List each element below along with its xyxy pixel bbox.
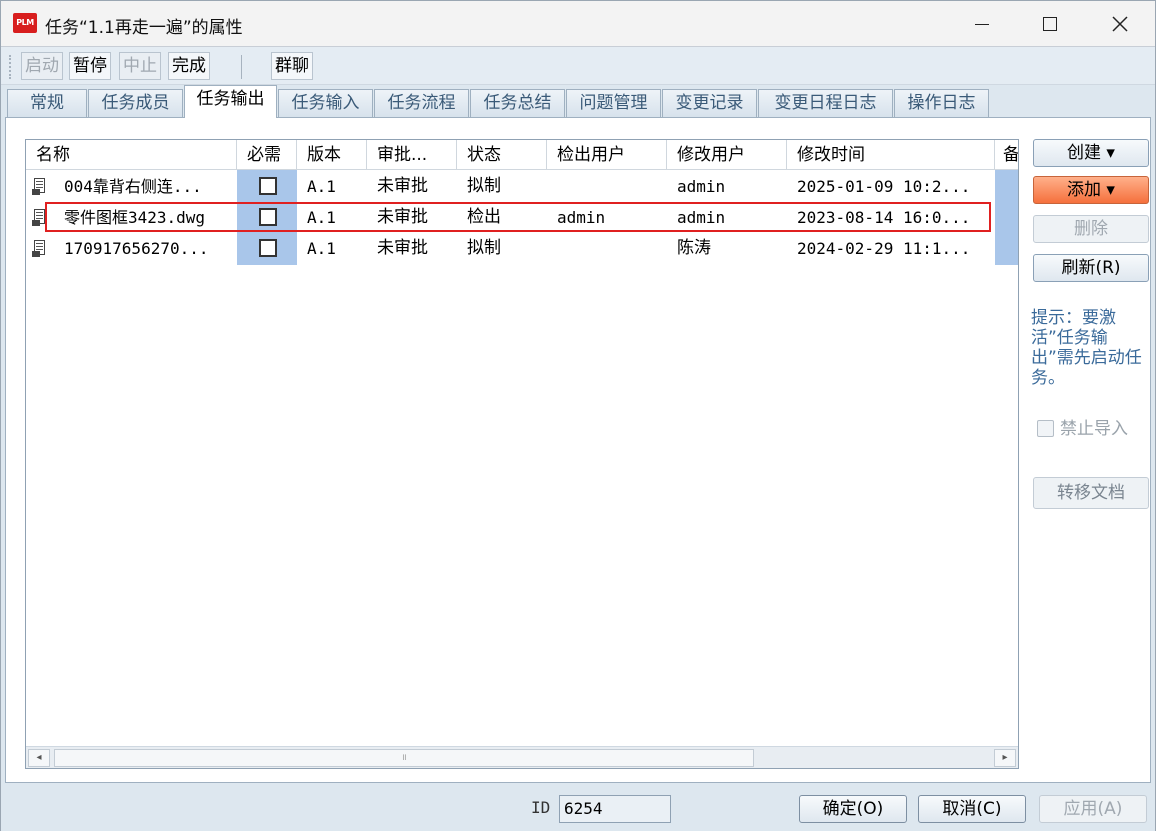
create-button[interactable]: 创建 ▾ [1033, 139, 1149, 167]
add-button[interactable]: 添加 ▾ [1033, 176, 1149, 204]
column-header-modify-user[interactable]: 修改用户 [667, 140, 787, 170]
plm-app-icon: PLM [13, 13, 37, 33]
cell-version: A.1 [307, 239, 336, 258]
close-icon [1112, 16, 1128, 32]
cell-approval: 未审批 [377, 207, 428, 227]
column-header-version[interactable]: 版本 [297, 140, 367, 170]
cell-approval: 未审批 [377, 238, 428, 258]
ban-import-label: 禁止导入 [1060, 419, 1128, 439]
cell-modify-time: 2024-02-29 11:1... [797, 239, 971, 258]
document-icon [32, 240, 48, 258]
required-checkbox[interactable] [259, 239, 277, 257]
maximize-icon [1043, 17, 1057, 31]
id-field: 6254 [559, 795, 671, 823]
document-icon [32, 178, 48, 196]
output-file-list[interactable]: 名称 必需 版本 审批... 状态 检出用户 修改用户 修改时间 备 004靠背… [25, 139, 1019, 769]
tab-change-schedule-log[interactable]: 变更日程日志 [758, 89, 893, 117]
cell-name: 170917656270... [64, 239, 209, 258]
toolbar-separator [241, 55, 242, 79]
cell-modify-user: admin [677, 208, 726, 227]
checkbox-box [1037, 420, 1054, 437]
stop-button[interactable]: 中止 [119, 52, 161, 80]
cell-status: 检出 [467, 207, 501, 227]
delete-button[interactable]: 删除 [1033, 215, 1149, 243]
table-row[interactable]: 170917656270... A.1 未审批 拟制 陈涛 2024-02-29… [26, 233, 1018, 264]
properties-window: PLM 任务“1.1再走一遍”的属性 启动 暂停 中止 完成 群聊 常规 任务成… [0, 0, 1156, 831]
complete-button[interactable]: 完成 [168, 52, 210, 80]
pause-button[interactable]: 暂停 [69, 52, 111, 80]
start-button[interactable]: 启动 [21, 52, 63, 80]
title-bar: PLM 任务“1.1再走一遍”的属性 [1, 1, 1155, 47]
cell-checkout-user [547, 233, 667, 264]
activation-hint: 提示：要激活”任务输出”需先启动任务。 [1031, 308, 1142, 388]
column-header-modify-time[interactable]: 修改时间 [787, 140, 995, 170]
maximize-button[interactable] [1027, 7, 1073, 41]
tab-task-flow[interactable]: 任务流程 [374, 89, 469, 117]
cell-name: 零件图框3423.dwg [64, 208, 206, 227]
minimize-button[interactable] [959, 7, 1005, 41]
cell-checkout-user: admin [557, 208, 606, 227]
group-chat-button[interactable]: 群聊 [271, 52, 313, 80]
id-label: ID [531, 798, 551, 817]
tab-issue-management[interactable]: 问题管理 [566, 89, 661, 117]
cell-modify-user: admin [677, 177, 726, 196]
table-row[interactable]: 零件图框3423.dwg A.1 未审批 检出 admin admin 2023… [26, 202, 1018, 233]
window-title: 任务“1.1再走一遍”的属性 [45, 18, 243, 38]
cell-version: A.1 [307, 208, 336, 227]
tab-general[interactable]: 常规 [7, 89, 87, 117]
toolbar-grip[interactable] [9, 55, 12, 79]
scroll-left-button[interactable]: ◂ [28, 749, 50, 767]
cell-modify-user: 陈涛 [677, 238, 711, 258]
horizontal-scrollbar[interactable]: ◂ ॥ ▸ [26, 746, 1018, 768]
column-header-status[interactable]: 状态 [457, 140, 547, 170]
cell-required [237, 171, 297, 202]
tab-strip: 常规 任务成员 任务输出 任务输入 任务流程 任务总结 问题管理 变更记录 变更… [1, 85, 1155, 118]
required-checkbox[interactable] [259, 208, 277, 226]
cell-status: 拟制 [467, 238, 501, 258]
document-icon [32, 209, 48, 227]
column-header-name[interactable]: 名称 [26, 140, 237, 170]
cell-modify-time: 2023-08-14 16:0... [797, 208, 971, 227]
cell-approval: 未审批 [377, 176, 428, 196]
cancel-button[interactable]: 取消(C) [918, 795, 1026, 823]
scroll-right-button[interactable]: ▸ [994, 749, 1016, 767]
cell-status: 拟制 [467, 176, 501, 196]
scroll-thumb[interactable]: ॥ [54, 749, 754, 767]
cell-checkout-user [547, 171, 667, 202]
tab-task-output[interactable]: 任务输出 [184, 85, 277, 118]
column-header-required[interactable]: 必需 [237, 140, 297, 170]
cell-name: 004靠背右侧连... [64, 177, 202, 196]
close-button[interactable] [1097, 7, 1143, 41]
refresh-button[interactable]: 刷新(R) [1033, 254, 1149, 282]
ban-import-checkbox[interactable]: 禁止导入 [1037, 414, 1128, 439]
cell-version: A.1 [307, 177, 336, 196]
column-header-remark[interactable]: 备 [995, 140, 1018, 170]
column-header-approval[interactable]: 审批... [367, 140, 457, 170]
list-header: 名称 必需 版本 审批... 状态 检出用户 修改用户 修改时间 备 [26, 140, 1018, 170]
toolbar: 启动 暂停 中止 完成 群聊 [1, 47, 1155, 85]
tab-change-record[interactable]: 变更记录 [662, 89, 757, 117]
tab-operation-log[interactable]: 操作日志 [894, 89, 989, 117]
table-row[interactable]: 004靠背右侧连... A.1 未审批 拟制 admin 2025-01-09 … [26, 171, 1018, 202]
apply-button[interactable]: 应用(A) [1039, 795, 1147, 823]
tab-task-summary[interactable]: 任务总结 [470, 89, 565, 117]
minimize-icon [975, 23, 989, 25]
cell-required [237, 233, 297, 264]
transfer-document-button[interactable]: 转移文档 [1033, 477, 1149, 509]
column-header-checkout-user[interactable]: 检出用户 [547, 140, 667, 170]
required-checkbox[interactable] [259, 177, 277, 195]
tab-task-members[interactable]: 任务成员 [88, 89, 183, 117]
cell-modify-time: 2025-01-09 10:2... [797, 177, 971, 196]
tab-task-input[interactable]: 任务输入 [278, 89, 373, 117]
cell-required [237, 202, 297, 233]
scroll-thumb-grip: ॥ [401, 753, 407, 763]
ok-button[interactable]: 确定(O) [799, 795, 907, 823]
